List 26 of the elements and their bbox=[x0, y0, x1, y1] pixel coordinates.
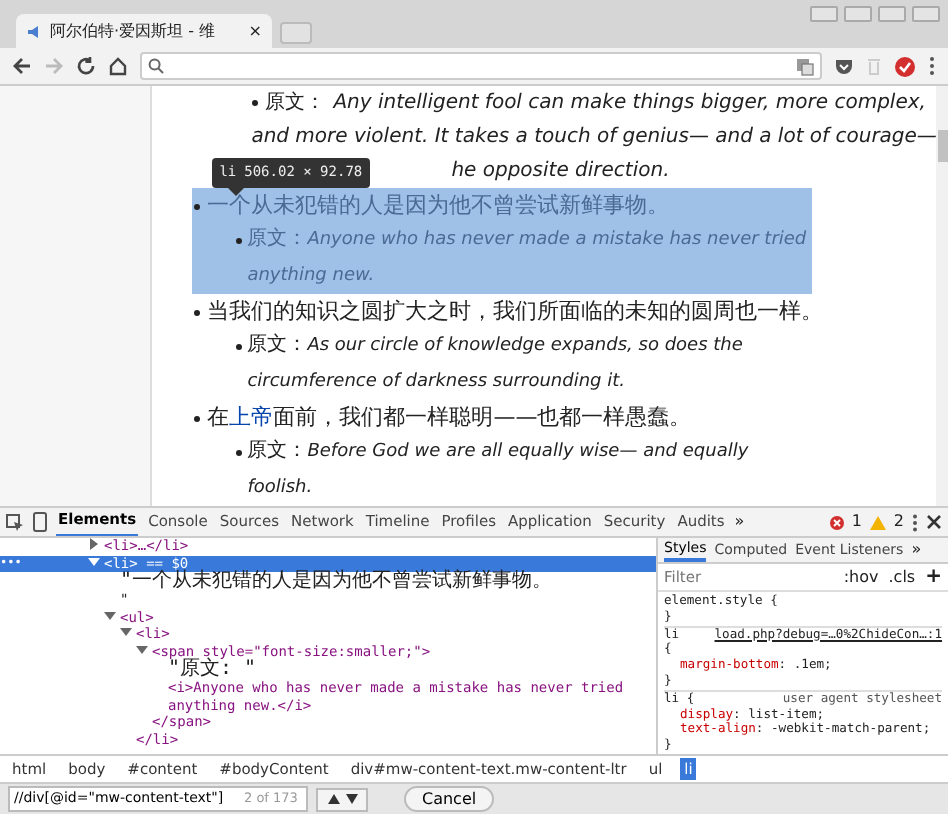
original-quote: 原文：Anyone who has never made a mistake has never tried anything new. bbox=[247, 225, 809, 290]
wiki-link[interactable]: 上帝 bbox=[229, 404, 274, 430]
chinese-quote: 当我们的知识之圆扩大之时，我们所面临的未知的圆周也一样。 bbox=[207, 296, 824, 328]
chinese-quote: 在上帝面前，我们都一样聪明——也都一样愚蠢。 bbox=[207, 402, 692, 434]
error-count[interactable]: 1 bbox=[829, 510, 862, 534]
quote-line: he opposite direction. bbox=[451, 158, 670, 186]
quote-line: Any intelligent fool can make things bigger, more complex, bbox=[333, 90, 926, 118]
warning-number: 2 bbox=[893, 510, 904, 534]
warning-count[interactable]: 2 bbox=[869, 510, 904, 534]
cls-toggle[interactable]: .cls bbox=[888, 565, 916, 589]
text-node[interactable]: "原文: " bbox=[0, 660, 656, 680]
error-number: 1 bbox=[851, 510, 862, 534]
hov-toggle[interactable]: :hov bbox=[843, 565, 879, 589]
original-quote: 原文：Before God we are all equally wise— and equally foolish. bbox=[247, 437, 751, 502]
quote-label: 原文： bbox=[265, 89, 326, 118]
quote-line: and more violent. It takes a touch of genius— and a lot of courage— bbox=[249, 124, 937, 152]
original-quote: 原文：As our circle of knowledge expands, so does the circumference of darkness surrounding it. bbox=[247, 331, 745, 396]
cancel-button[interactable]: Cancel bbox=[404, 786, 495, 812]
tab-title: 阿尔伯特·爱因斯坦 - 维 bbox=[50, 19, 218, 43]
text-node[interactable]: "一个从未犯错的人是因为他不曾尝试新鲜事物。 bbox=[0, 572, 656, 592]
close-icon[interactable]: × bbox=[248, 19, 262, 43]
browser-tab[interactable]: 阿尔伯特·爱因斯坦 - 维 × bbox=[16, 14, 272, 48]
more-tabs[interactable]: » bbox=[734, 510, 745, 534]
add-rule-button[interactable]: + bbox=[925, 562, 942, 592]
chinese-quote: 一个从未犯错的人是因为他不曾尝试新鲜事物。 bbox=[207, 190, 670, 222]
more-tabs[interactable]: » bbox=[911, 538, 922, 562]
